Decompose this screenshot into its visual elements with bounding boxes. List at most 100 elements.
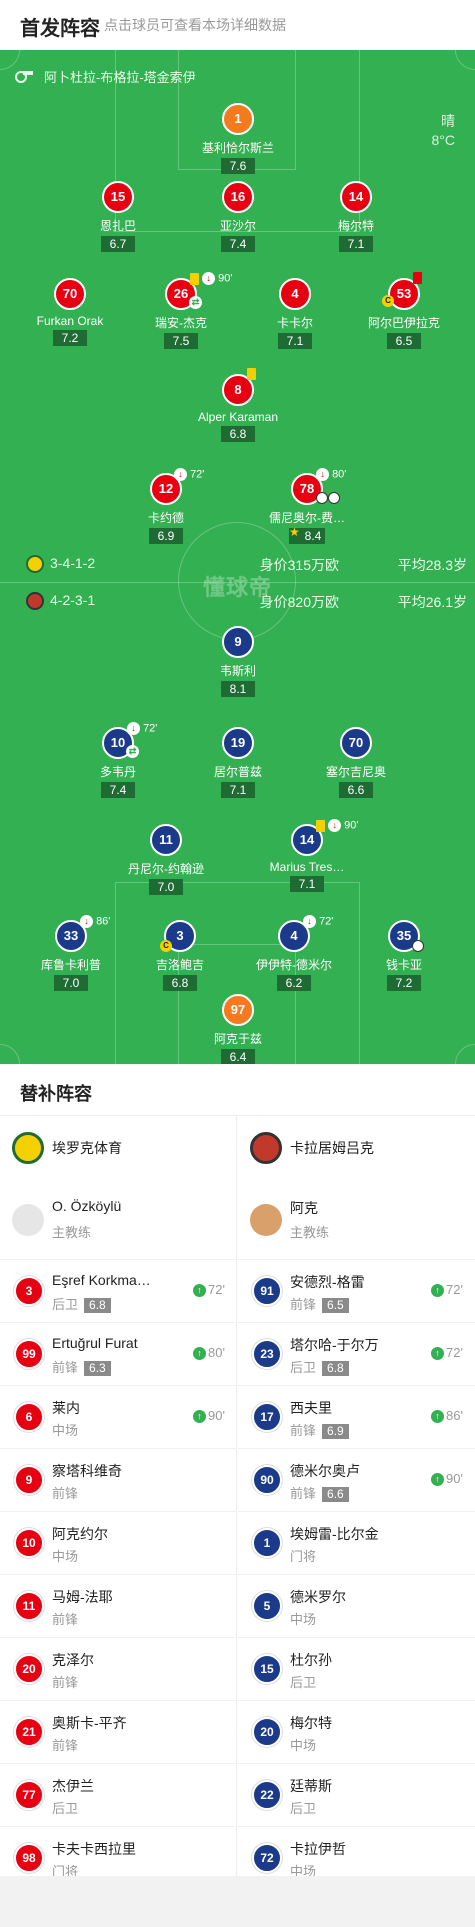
sub-in-minute: 72' [446,1345,463,1360]
player-away-10[interactable]: 97 阿克于兹 6.4 [183,994,293,1066]
player-home-4[interactable]: 70 Furkan Orak 7.2 [15,278,125,347]
player-name: 埃姆雷-比尔金 [290,1526,379,1542]
shirt-number: 16 [222,181,254,213]
bench-player[interactable]: 90 德米尔奥卢 前锋 6.6 ↑ 90' [238,1449,475,1512]
player-rating: 7.6 [221,158,255,174]
home-team[interactable]: 埃罗克体育 [0,1116,237,1180]
position-text: 中场 [290,1738,317,1753]
weather-temp: 8°C [431,132,456,148]
bench-player[interactable]: 6 莱内 中场 ↑ 90' [0,1386,237,1449]
sub-in-minute: 86' [446,1408,463,1423]
goal-ball-icon [412,940,424,953]
bench-player[interactable]: 9 察塔科维奇 前锋 [0,1449,237,1512]
sub-out-icon: ↓ [328,819,342,832]
bench-player[interactable]: 21 奥斯卡-平齐 前锋 [0,1701,237,1764]
shirt-number: 98 [14,1843,44,1873]
player-away-8[interactable]: 4 伊伊特-德米尔 6.2 [239,920,349,992]
bench-player[interactable]: 3 Eşref Korkma… 后卫 6.8 ↑ 72' [0,1260,237,1323]
bench-player[interactable]: 17 西夫里 前锋 6.9 ↑ 86' [238,1386,475,1449]
player-events: ↓ 72' [127,722,157,735]
player-away-4[interactable]: 11 丹尼尔-约翰逊 7.0 [111,824,221,896]
event-minute: 90' [344,819,359,832]
player-away-6[interactable]: 33 库鲁卡利普 7.0 [16,920,126,992]
player-away-3[interactable]: 70 塞尔吉尼奥 6.6 [301,727,411,799]
home-coach[interactable]: O. Özköylü 主教练 [0,1180,237,1260]
player-rating: 7.5 [164,333,198,349]
away-coach[interactable]: 阿克 主教练 [238,1180,475,1260]
bench-player[interactable]: 11 马姆-法耶 前锋 [0,1575,237,1638]
player-home-5[interactable]: 26 瑞安-杰克 7.5 [126,278,236,350]
player-away-5[interactable]: 14 Marius Tres… 7.1 [252,824,362,893]
player-home-0[interactable]: 1 基利恰尔斯兰 7.6 [183,103,293,175]
bench-player[interactable]: 10 阿克约尔 中场 [0,1512,237,1575]
player-name: 梅尔特 [290,1715,332,1731]
player-position: 中场 [290,1735,316,1754]
player-rating: 7.1 [290,876,324,892]
shirt-number: 9 [222,626,254,658]
sub-indicator: ⇄ [126,745,139,758]
bench-player[interactable]: 77 杰伊兰 后卫 [0,1764,237,1827]
player-name: Marius Tres… [269,860,345,874]
bench-player[interactable]: 20 克泽尔 前锋 [0,1638,237,1701]
player-home-2[interactable]: 16 亚沙尔 7.4 [183,181,293,253]
player-rating: 6.5 [322,1298,349,1313]
weather-condition: 晴 [441,113,455,129]
position-text: 前锋 [52,1360,79,1375]
player-away-1[interactable]: 10 多韦丹 7.4 [63,727,173,799]
player-name: 居尔普兹 [213,765,262,779]
captain-icon: C [382,295,394,308]
player-home-1[interactable]: 15 恩扎巴 6.7 [63,181,173,253]
home-bench-column: 埃罗克体育 O. Özköylü 主教练 3 Eşref Korkma… 后卫 6.8… [0,1116,237,1890]
player-home-10[interactable]: 78 儒尼奥尔-费… 8.4 [252,473,362,545]
bench-player[interactable]: 1 埃姆雷-比尔金 门将 [238,1512,475,1575]
bench-player[interactable]: 91 安德烈-格雷 前锋 6.5 ↑ 72' [238,1260,475,1323]
shirt-number: 21 [14,1717,44,1747]
sub-indicator: ⇄ [189,296,202,309]
player-name: 克泽尔 [52,1652,94,1668]
player-rating: 7.2 [53,330,87,346]
player-events: ↓ 80' [316,468,346,481]
player-rating: 6.8 [221,426,255,442]
player-home-3[interactable]: 14 梅尔特 7.1 [301,181,411,253]
player-rating: 6.6 [322,1487,349,1502]
player-away-2[interactable]: 19 居尔普兹 7.1 [183,727,293,799]
bench-player[interactable]: 23 塔尔哈-于尔万 后卫 6.8 ↑ 72' [238,1323,475,1386]
sub-in-minute: 72' [446,1282,463,1297]
shirt-number: 1 [252,1528,282,1558]
bench-player[interactable]: 20 梅尔特中场 [238,1701,475,1764]
coach-name: O. Özköylü [52,1198,122,1214]
shirt-number: 20 [252,1717,282,1747]
player-position: 前锋 [52,1483,78,1502]
player-rating: 7.1 [339,236,373,252]
bench-player[interactable]: 5 德米罗尔 中场 [238,1575,475,1638]
bench-player[interactable]: 99 Ertuğrul Furat 前锋 6.3 ↑ 80' [0,1323,237,1386]
shirt-number: 14 [340,181,372,213]
bench-player[interactable]: 15 杜尔孙 后卫 [238,1638,475,1701]
sub-in-minute: 90' [446,1471,463,1486]
coach-avatar-icon [250,1204,282,1236]
bench-player[interactable]: 22 廷蒂斯 后卫 [238,1764,475,1827]
goal-events [412,940,424,953]
player-rating: 6.3 [84,1361,111,1376]
captain-badge: C [382,295,394,308]
player-name: 马姆-法耶 [52,1589,113,1605]
player-home-7[interactable]: 53 阿尔巴伊拉克 6.5 [349,278,459,350]
player-name: 恩扎巴 [99,219,136,233]
yellow-card-icon [190,272,199,285]
position-text: 中场 [52,1423,79,1438]
sub-in-arrow-icon: ↑ [431,1410,445,1424]
sub-in-time: ↑ 86' [431,1408,463,1424]
player-home-9[interactable]: 12 卡约德 6.9 [111,473,221,545]
player-away-7[interactable]: 3 吉洛鲍吉 6.8 [125,920,235,992]
player-rating: 6.8 [84,1298,111,1313]
player-away-9[interactable]: 35 钱卡亚 7.2 [349,920,459,992]
sub-in-time: ↑ 72' [431,1345,463,1361]
position-text: 前锋 [52,1486,79,1501]
sub-out-icon: ↓ [174,468,187,481]
player-home-6[interactable]: 4 卡卡尔 7.1 [240,278,350,350]
player-position: 前锋 6.6 [290,1483,349,1502]
player-home-8[interactable]: 8 Alper Karaman 6.8 [183,374,293,443]
player-name: 莱内 [52,1400,80,1416]
player-away-0[interactable]: 9 韦斯利 8.1 [183,626,293,698]
away-team[interactable]: 卡拉居姆吕克 [238,1116,475,1180]
